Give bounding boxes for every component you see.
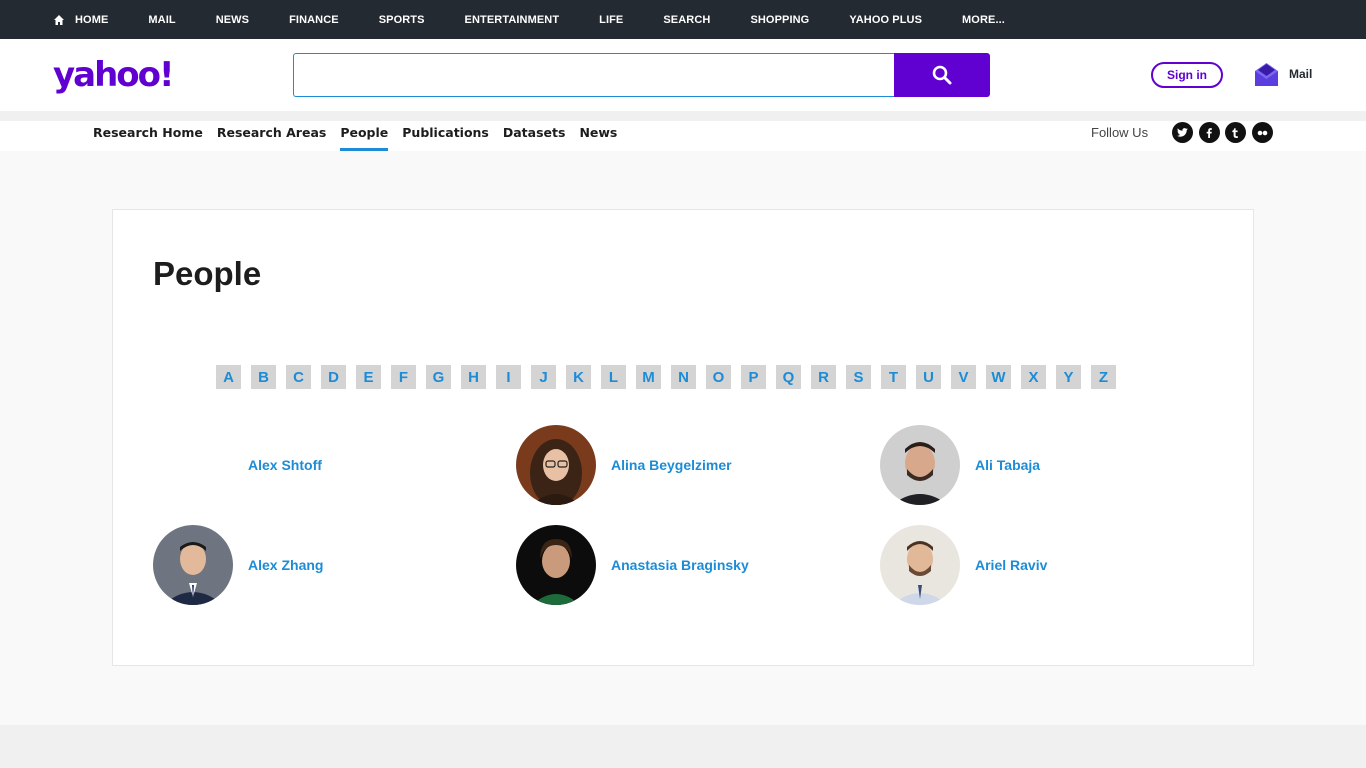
letter-p[interactable]: P	[741, 365, 766, 389]
avatar-placeholder	[153, 425, 233, 505]
letter-x[interactable]: X	[1021, 365, 1046, 389]
person-name-link[interactable]: Alina Beygelzimer	[611, 457, 732, 473]
letter-w[interactable]: W	[986, 365, 1011, 389]
person-item: Ariel Raviv	[880, 525, 1047, 605]
follow-us-label: Follow Us	[1091, 125, 1149, 140]
top-nav-news[interactable]: NEWS	[216, 14, 249, 26]
letter-d[interactable]: D	[321, 365, 346, 389]
letter-i[interactable]: I	[496, 365, 521, 389]
people-card: People A B C D E F G H I J K L M N O P Q…	[112, 209, 1254, 666]
mail-label: Mail	[1289, 67, 1313, 81]
flickr-icon[interactable]	[1251, 122, 1273, 143]
yahoo-logo[interactable]: yahoo!	[53, 58, 175, 92]
letter-k[interactable]: K	[566, 365, 591, 389]
letter-u[interactable]: U	[916, 365, 941, 389]
letter-c[interactable]: C	[286, 365, 311, 389]
letter-f[interactable]: F	[391, 365, 416, 389]
person-item: Anastasia Braginsky	[516, 525, 749, 605]
letter-g[interactable]: G	[426, 365, 451, 389]
tumblr-icon[interactable]	[1225, 122, 1246, 143]
header: yahoo! Sign in Mail	[0, 39, 1366, 111]
letter-r[interactable]: R	[811, 365, 836, 389]
top-nav-home[interactable]: HOME	[53, 14, 108, 26]
top-nav-entertainment[interactable]: ENTERTAINMENT	[465, 14, 560, 26]
avatar[interactable]	[516, 525, 596, 605]
page-title: People	[153, 255, 262, 292]
person-item: Alex Zhang	[153, 525, 323, 605]
person-item: Alina Beygelzimer	[516, 425, 732, 505]
search-bar	[293, 53, 990, 97]
twitter-icon[interactable]	[1172, 122, 1193, 143]
letter-m[interactable]: M	[636, 365, 661, 389]
letter-l[interactable]: L	[601, 365, 626, 389]
avatar[interactable]	[516, 425, 596, 505]
letter-t[interactable]: T	[881, 365, 906, 389]
top-nav-bar: HOME MAIL NEWS FINANCE SPORTS ENTERTAINM…	[0, 0, 1366, 39]
social-links	[1172, 122, 1278, 143]
facebook-icon[interactable]	[1198, 122, 1220, 143]
letter-a[interactable]: A	[216, 365, 241, 389]
person-item: Ali Tabaja	[880, 425, 1040, 505]
top-nav-search[interactable]: SEARCH	[663, 14, 710, 26]
top-nav-finance[interactable]: FINANCE	[289, 14, 339, 26]
letter-o[interactable]: O	[706, 365, 731, 389]
person-name-link[interactable]: Anastasia Braginsky	[611, 557, 749, 573]
search-input[interactable]	[293, 53, 894, 97]
home-icon	[54, 14, 64, 25]
letter-v[interactable]: V	[951, 365, 976, 389]
top-nav-life[interactable]: LIFE	[599, 14, 623, 26]
letter-q[interactable]: Q	[776, 365, 801, 389]
avatar[interactable]	[153, 525, 233, 605]
alphabet-filter: A B C D E F G H I J K L M N O P Q R S T …	[216, 365, 1126, 389]
letter-z[interactable]: Z	[1091, 365, 1116, 389]
subnav-publications[interactable]: Publications	[402, 121, 489, 151]
subnav-datasets[interactable]: Datasets	[503, 121, 566, 151]
person-name-link[interactable]: Ariel Raviv	[975, 557, 1047, 573]
top-nav-shopping[interactable]: SHOPPING	[750, 14, 809, 26]
letter-y[interactable]: Y	[1056, 365, 1081, 389]
subnav-news[interactable]: News	[579, 121, 617, 151]
person-name-link[interactable]: Alex Shtoff	[248, 457, 322, 473]
letter-b[interactable]: B	[251, 365, 276, 389]
letter-s[interactable]: S	[846, 365, 871, 389]
top-nav-list: HOME MAIL NEWS FINANCE SPORTS ENTERTAINM…	[0, 0, 1366, 39]
sign-in-button[interactable]: Sign in	[1151, 62, 1223, 88]
person-name-link[interactable]: Ali Tabaja	[975, 457, 1040, 473]
top-nav-more[interactable]: MORE...	[962, 14, 1005, 26]
letter-h[interactable]: H	[461, 365, 486, 389]
search-icon	[932, 65, 952, 85]
footer	[0, 725, 1366, 768]
research-subnav: Research Home Research Areas People Publ…	[0, 121, 1366, 151]
top-nav-mail[interactable]: MAIL	[148, 14, 175, 26]
research-subnav-list: Research Home Research Areas People Publ…	[93, 121, 631, 151]
mail-link[interactable]: Mail	[1254, 61, 1312, 87]
mail-icon	[1255, 63, 1278, 86]
search-button[interactable]	[894, 53, 990, 97]
top-nav-yahoo-plus[interactable]: YAHOO PLUS	[849, 14, 922, 26]
subnav-research-areas[interactable]: Research Areas	[217, 121, 326, 151]
letter-n[interactable]: N	[671, 365, 696, 389]
avatar[interactable]	[880, 425, 960, 505]
letter-j[interactable]: J	[531, 365, 556, 389]
person-item: Alex Shtoff	[153, 425, 322, 505]
top-nav-home-label: HOME	[75, 13, 109, 26]
subnav-people[interactable]: People	[340, 121, 388, 151]
avatar[interactable]	[880, 525, 960, 605]
letter-e[interactable]: E	[356, 365, 381, 389]
top-nav-sports[interactable]: SPORTS	[379, 14, 425, 26]
person-name-link[interactable]: Alex Zhang	[248, 557, 323, 573]
subnav-research-home[interactable]: Research Home	[93, 121, 203, 151]
